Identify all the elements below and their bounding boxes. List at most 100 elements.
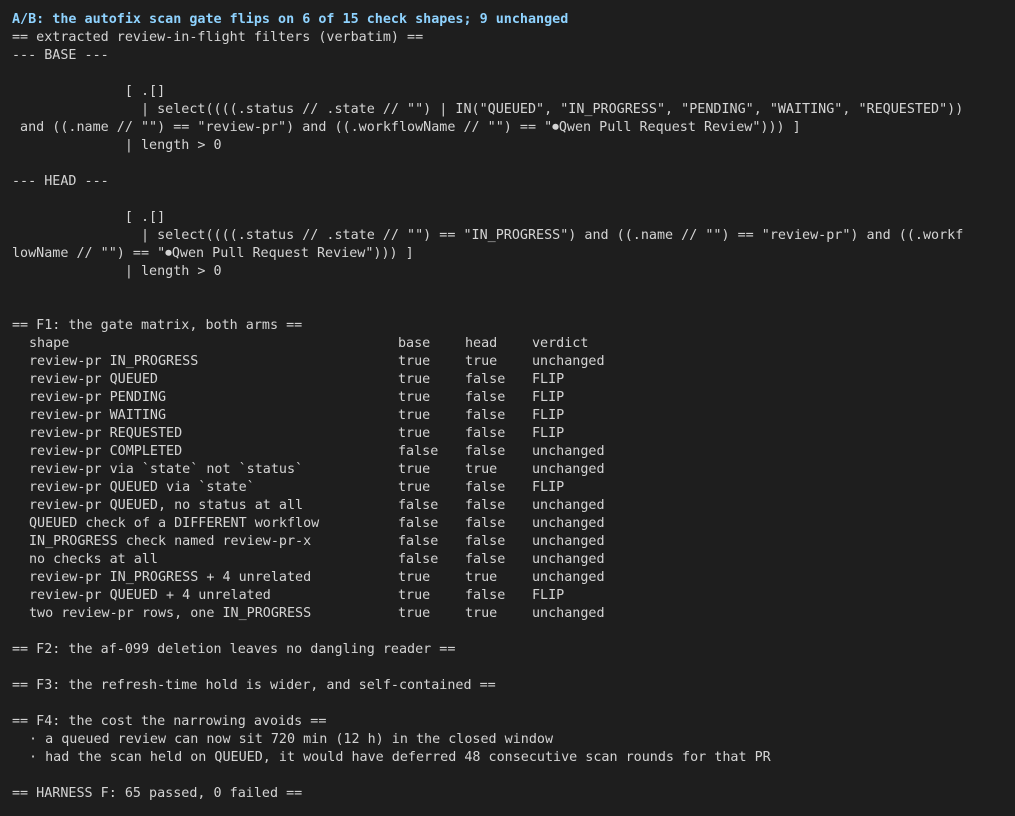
table-row: review-pr QUEUED + 4 unrelated true false F…	[12, 587, 1015, 605]
f2-header: == F2: the af-099 deletion leaves no dan…	[12, 642, 456, 657]
base-filter-line: and ((.name // "") == "review-pr") and (…	[12, 120, 801, 135]
col-header-head: head	[465, 336, 498, 351]
cell-shape: no checks at all	[29, 552, 158, 567]
table-row: two review-pr rows, one IN_PROGRESS true t…	[12, 605, 1015, 623]
cell-verdict: unchanged	[532, 534, 605, 549]
f3-header: == F3: the refresh-time hold is wider, a…	[12, 678, 496, 693]
cell-verdict: FLIP	[532, 480, 565, 495]
cell-base: true	[398, 354, 431, 369]
head-filter-line: | select((((.status // .state // "") == …	[12, 228, 964, 243]
col-header-base: base	[398, 336, 431, 351]
cell-head: false	[465, 480, 506, 495]
cell-shape: review-pr via `state` not `status`	[29, 462, 304, 477]
f4-bullet: · had the scan held on QUEUED, it would …	[29, 750, 771, 765]
cell-shape: review-pr QUEUED + 4 unrelated	[29, 588, 271, 603]
cell-head: false	[465, 426, 506, 441]
col-header-shape: shape	[29, 336, 70, 351]
cell-head: true	[465, 570, 498, 585]
cell-base: true	[398, 570, 431, 585]
col-header-verdict: verdict	[532, 336, 589, 351]
cell-base: true	[398, 606, 431, 621]
cell-head: true	[465, 606, 498, 621]
cell-base: true	[398, 426, 431, 441]
cell-head: false	[465, 498, 506, 513]
cell-verdict: FLIP	[532, 372, 565, 387]
f1-header: == F1: the gate matrix, both arms ==	[12, 318, 303, 333]
table-row: review-pr REQUESTED true false FLIP	[12, 425, 1015, 443]
table-row: IN_PROGRESS check named review-pr-x false…	[12, 533, 1015, 551]
cell-head: false	[465, 444, 506, 459]
cell-head: false	[465, 552, 506, 567]
base-filter-line: | select((((.status // .state // "") | I…	[12, 102, 964, 117]
table-row: review-pr via `state` not `status` true tr…	[12, 461, 1015, 479]
cell-verdict: FLIP	[532, 408, 565, 423]
cell-base: true	[398, 480, 431, 495]
gate-matrix-rows: review-pr IN_PROGRESS true true unchanged re…	[12, 353, 1015, 623]
cell-head: false	[465, 534, 506, 549]
cell-base: false	[398, 444, 439, 459]
table-row: review-pr PENDING true false FLIP	[12, 389, 1015, 407]
cell-shape: review-pr QUEUED, no status at all	[29, 498, 304, 513]
table-row: review-pr QUEUED, no status at all false f…	[12, 497, 1015, 515]
cell-head: false	[465, 390, 506, 405]
head-label: --- HEAD ---	[12, 174, 109, 189]
cell-head: false	[465, 372, 506, 387]
cell-verdict: unchanged	[532, 444, 605, 459]
terminal-output: A/B: the autofix scan gate flips on 6 of…	[0, 0, 1015, 803]
report-title: A/B: the autofix scan gate flips on 6 of…	[12, 12, 569, 27]
cell-base: true	[398, 588, 431, 603]
cell-verdict: FLIP	[532, 390, 565, 405]
head-filter-line: [ .[]	[12, 210, 166, 225]
filters-header: == extracted review-in-flight filters (v…	[12, 30, 424, 45]
cell-shape: review-pr QUEUED via `state`	[29, 480, 255, 495]
cell-base: true	[398, 390, 431, 405]
cell-verdict: unchanged	[532, 606, 605, 621]
table-row: review-pr IN_PROGRESS + 4 unrelated true t…	[12, 569, 1015, 587]
cell-head: false	[465, 516, 506, 531]
cell-shape: review-pr IN_PROGRESS + 4 unrelated	[29, 570, 312, 585]
cell-verdict: unchanged	[532, 498, 605, 513]
cell-head: true	[465, 354, 498, 369]
cell-base: true	[398, 408, 431, 423]
cell-base: true	[398, 372, 431, 387]
cell-base: false	[398, 552, 439, 567]
cell-shape: IN_PROGRESS check named review-pr-x	[29, 534, 312, 549]
table-row: review-pr IN_PROGRESS true true unchanged	[12, 353, 1015, 371]
cell-shape: review-pr IN_PROGRESS	[29, 354, 199, 369]
table-row: review-pr QUEUED true false FLIP	[12, 371, 1015, 389]
table-row: no checks at all false false unchanged	[12, 551, 1015, 569]
head-filter-line: | length > 0	[12, 264, 222, 279]
cell-base: false	[398, 516, 439, 531]
cell-verdict: unchanged	[532, 570, 605, 585]
cell-verdict: FLIP	[532, 588, 565, 603]
base-label: --- BASE ---	[12, 48, 109, 63]
cell-base: false	[398, 498, 439, 513]
cell-head: false	[465, 588, 506, 603]
cell-verdict: unchanged	[532, 516, 605, 531]
base-filter-line: [ .[]	[12, 84, 166, 99]
f4-header: == F4: the cost the narrowing avoids ==	[12, 714, 327, 729]
cell-verdict: FLIP	[532, 426, 565, 441]
cell-shape: review-pr REQUESTED	[29, 426, 183, 441]
table-row: QUEUED check of a DIFFERENT workflow fals…	[12, 515, 1015, 533]
cell-verdict: unchanged	[532, 552, 605, 567]
base-filter-line: | length > 0	[12, 138, 222, 153]
cell-shape: review-pr COMPLETED	[29, 444, 183, 459]
cell-base: true	[398, 462, 431, 477]
cell-base: false	[398, 534, 439, 549]
f4-bullet: · a queued review can now sit 720 min (1…	[29, 732, 554, 747]
head-filter-line: lowName // "") == "⏺Qwen Pull Request Re…	[12, 246, 414, 261]
cell-head: true	[465, 462, 498, 477]
cell-shape: two review-pr rows, one IN_PROGRESS	[29, 606, 312, 621]
table-row: review-pr QUEUED via `state` true false FLI…	[12, 479, 1015, 497]
cell-verdict: unchanged	[532, 354, 605, 369]
